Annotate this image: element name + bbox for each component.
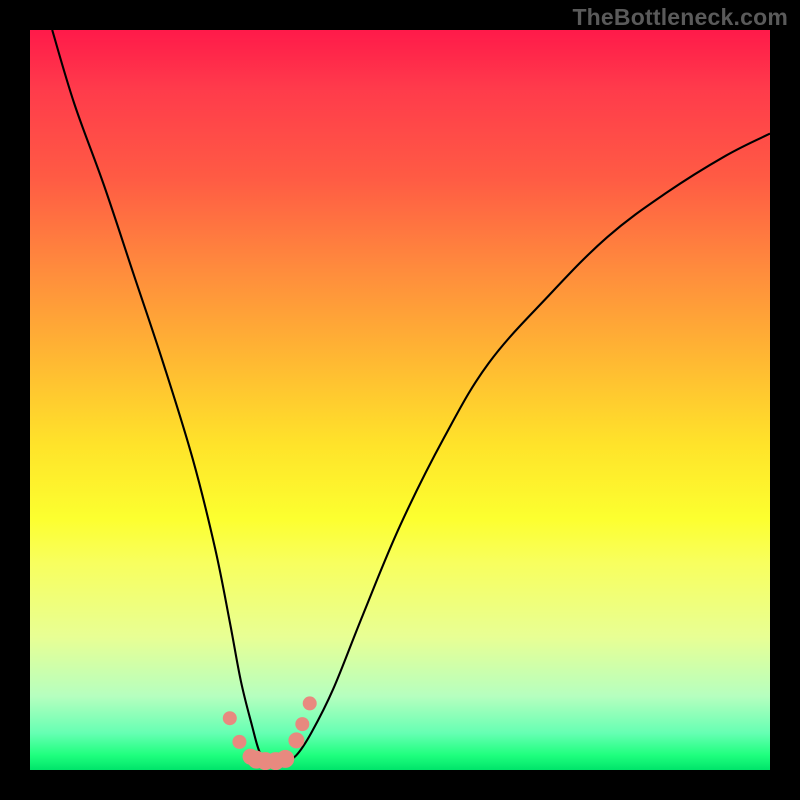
data-point — [295, 717, 309, 731]
data-point — [232, 735, 246, 749]
watermark-text: TheBottleneck.com — [572, 4, 788, 31]
data-point — [303, 696, 317, 710]
data-point — [288, 732, 304, 748]
data-point — [223, 711, 237, 725]
data-point — [276, 750, 294, 768]
plot-area — [30, 30, 770, 770]
bottleneck-curve — [52, 30, 770, 763]
highlighted-points-group — [223, 696, 317, 770]
chart-frame: TheBottleneck.com — [0, 0, 800, 800]
chart-svg — [30, 30, 770, 770]
